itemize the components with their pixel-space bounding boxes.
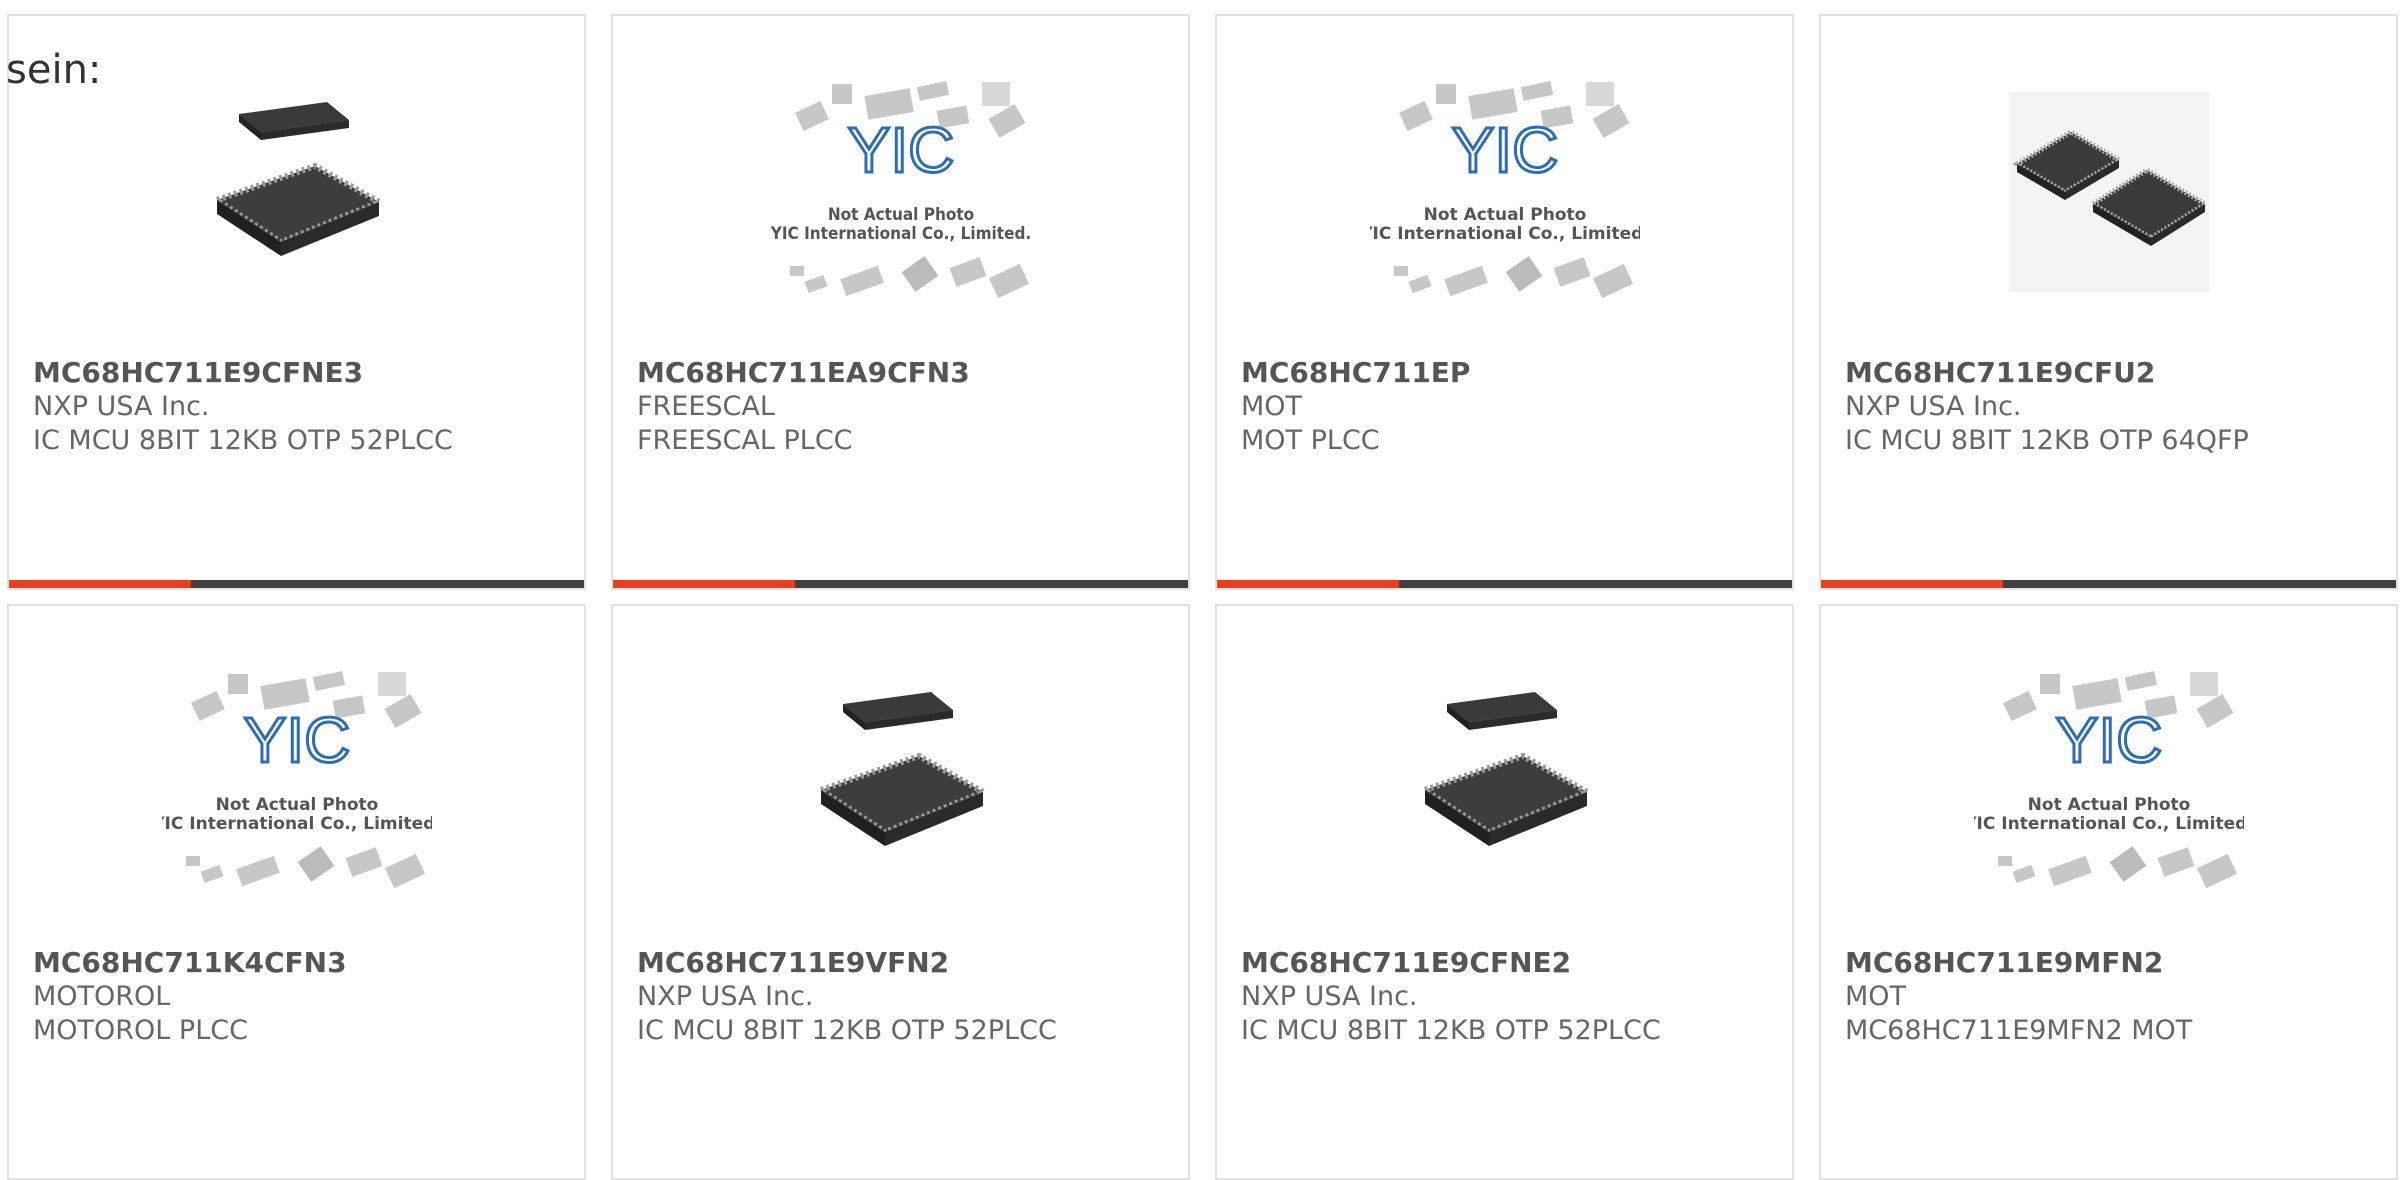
product-grid: MC68HC711E9CFNE3 NXP USA Inc. IC MCU 8BI… [7,14,2398,1180]
description: IC MCU 8BIT 12KB OTP 52PLCC [1241,1015,1661,1046]
placeholder-image[interactable]: YIC Not Actual Photo YIC International C… [1964,668,2254,896]
part-number-link[interactable]: MC68HC711E9MFN2 [1845,946,2384,980]
part-number-link[interactable]: MC68HC711E9CFNE3 [33,356,572,390]
description: FREESCAL PLCC [637,425,853,456]
placeholder-line2: YIC International Co., Limited. [1370,224,1640,244]
card-bottom-bar [1821,580,2396,588]
product-card[interactable]: MC68HC711E9CFNE2 NXP USA Inc. IC MCU 8BI… [1215,604,1794,1180]
manufacturer: NXP USA Inc. [33,391,210,422]
placeholder-image[interactable]: YIC Not Actual Photo YIC International C… [1360,78,1650,306]
product-card[interactable]: MC68HC711E9CFNE3 NXP USA Inc. IC MCU 8BI… [7,14,586,590]
part-number-link[interactable]: MC68HC711EA9CFN3 [637,356,1176,390]
product-card[interactable]: MC68HC711E9CFU2 NXP USA Inc. IC MCU 8BIT… [1819,14,2398,590]
yic-logo: YIC [1451,114,1558,186]
placeholder-image[interactable]: YIC Not Actual Photo YIC International C… [756,78,1046,306]
product-card[interactable]: YIC Not Actual Photo YIC International C… [1819,604,2398,1180]
card-accent [613,580,795,588]
placeholder-line1: Not Actual Photo [1423,205,1586,225]
plcc-chip-image[interactable] [1360,668,1650,896]
manufacturer: NXP USA Inc. [637,981,814,1012]
placeholder-line1: Not Actual Photo [827,205,973,225]
part-number-link[interactable]: MC68HC711K4CFN3 [33,946,572,980]
part-number-link[interactable]: MC68HC711E9CFU2 [1845,356,2384,390]
intro-text: sein: [6,47,102,93]
manufacturer: FREESCAL [637,391,775,422]
product-card[interactable]: YIC Not Actual Photo YIC International C… [1215,14,1794,590]
card-accent [9,580,191,588]
plcc-chip-image[interactable] [756,668,1046,896]
description: IC MCU 8BIT 12KB OTP 52PLCC [637,1015,1057,1046]
product-card[interactable]: YIC Not Actual Photo YIC International C… [7,604,586,1180]
card-bottom-bar [9,580,584,588]
yic-logo: YIC [2055,704,2162,776]
part-number-link[interactable]: MC68HC711EP [1241,356,1780,390]
plcc-chip-image[interactable] [152,78,442,306]
yic-logo: YIC [847,114,954,186]
card-bottom-bar [613,580,1188,588]
placeholder-line2: YIC International Co., Limited. [1974,814,2244,834]
manufacturer: NXP USA Inc. [1845,391,2022,422]
product-card[interactable]: MC68HC711E9VFN2 NXP USA Inc. IC MCU 8BIT… [611,604,1190,1180]
product-card[interactable]: YIC Not Actual Photo YIC International C… [611,14,1190,590]
placeholder-line2: YIC International Co., Limited. [769,224,1030,244]
manufacturer: MOT [1845,981,1907,1012]
qfp-chip-image[interactable] [1964,78,2254,306]
card-accent [1217,580,1399,588]
placeholder-line1: Not Actual Photo [215,795,378,815]
manufacturer: NXP USA Inc. [1241,981,1418,1012]
manufacturer: MOTOROL [33,981,171,1012]
part-number-link[interactable]: MC68HC711E9VFN2 [637,946,1176,980]
placeholder-line2: YIC International Co., Limited. [162,814,432,834]
description: IC MCU 8BIT 12KB OTP 52PLCC [33,425,453,456]
description: MOT PLCC [1241,425,1380,456]
description: MC68HC711E9MFN2 MOT [1845,1015,2193,1046]
yic-logo: YIC [243,704,350,776]
description: MOTOROL PLCC [33,1015,248,1046]
part-number-link[interactable]: MC68HC711E9CFNE2 [1241,946,1780,980]
card-bottom-bar [1217,580,1792,588]
card-accent [1821,580,2003,588]
placeholder-image[interactable]: YIC Not Actual Photo YIC International C… [152,668,442,896]
placeholder-line1: Not Actual Photo [2027,795,2190,815]
manufacturer: MOT [1241,391,1303,422]
description: IC MCU 8BIT 12KB OTP 64QFP [1845,425,2249,456]
